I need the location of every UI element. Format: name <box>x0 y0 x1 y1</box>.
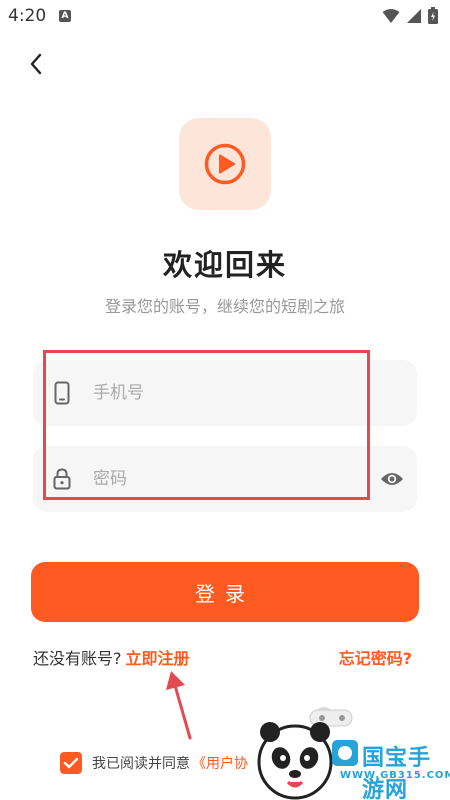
phone-icon <box>51 380 73 406</box>
agreement-checkbox[interactable] <box>60 752 82 774</box>
signal-icon <box>407 8 421 23</box>
agreement-row: 我已阅读并同意 《用户协 <box>60 752 248 774</box>
app-logo <box>179 118 271 210</box>
lock-icon <box>51 466 73 492</box>
status-bar: 4:20 A <box>0 0 450 32</box>
eye-icon <box>381 473 403 485</box>
app-notification-icon: A <box>59 10 71 22</box>
welcome-subtitle: 登录您的账号，继续您的短剧之旅 <box>104 297 345 316</box>
register-row: 还没有账号? 立即注册 <box>33 645 190 669</box>
user-agreement-link[interactable]: 《用户协 <box>192 753 248 773</box>
forgot-password-link[interactable]: 忘记密码? <box>339 645 412 669</box>
wifi-icon <box>382 8 400 23</box>
status-icons <box>382 7 438 24</box>
status-time: 4:20 <box>8 6 47 26</box>
password-input[interactable] <box>93 446 373 512</box>
password-field[interactable] <box>33 446 417 512</box>
checkmark-icon <box>63 757 79 769</box>
chevron-left-icon <box>30 53 42 75</box>
play-circle-icon <box>204 143 246 185</box>
back-button[interactable] <box>22 50 50 78</box>
phone-input[interactable] <box>93 360 373 426</box>
agreement-text: 我已阅读并同意 <box>92 756 190 772</box>
register-prompt: 还没有账号? <box>33 649 122 668</box>
phone-field[interactable] <box>33 360 417 426</box>
login-button[interactable]: 登录 <box>31 562 419 622</box>
welcome-title: 欢迎回来 <box>162 248 287 282</box>
watermark: 国宝手游网 WWW.GB315.COM <box>250 700 450 800</box>
arrow-annotation-icon <box>166 671 192 740</box>
register-link[interactable]: 立即注册 <box>126 645 190 669</box>
show-password-toggle[interactable] <box>379 466 405 492</box>
watermark-url: WWW.GB315.COM <box>340 770 450 781</box>
battery-icon <box>428 7 438 24</box>
